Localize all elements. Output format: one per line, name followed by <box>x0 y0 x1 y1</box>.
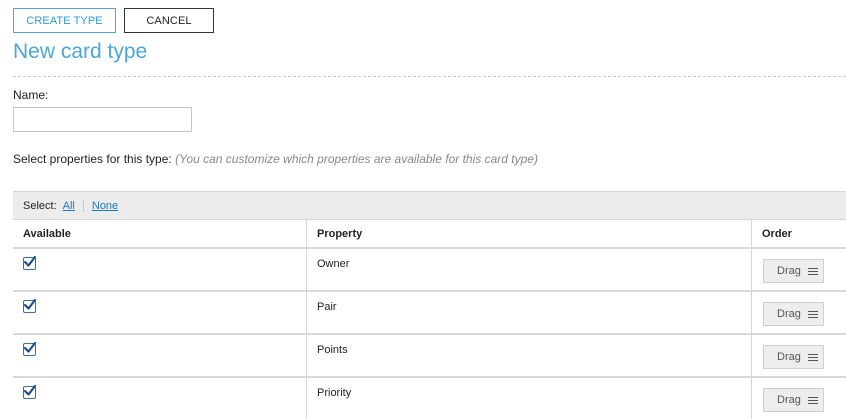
select-divider <box>82 199 84 212</box>
drag-label: Drag <box>777 265 801 277</box>
cancel-button[interactable]: CANCEL <box>124 8 214 33</box>
property-name: Owner <box>317 258 350 270</box>
available-checkbox[interactable] <box>23 384 37 399</box>
order-cell: Drag <box>752 335 846 376</box>
order-cell: Drag <box>752 249 846 290</box>
properties-instructions: Select properties for this type: (You ca… <box>13 152 538 166</box>
drag-handle[interactable]: Drag <box>763 388 824 412</box>
properties-label: Select properties for this type: <box>13 152 172 166</box>
available-checkbox[interactable] <box>23 298 37 313</box>
order-cell: Drag <box>752 378 846 419</box>
checkmark-icon <box>23 384 37 396</box>
checkmark-icon <box>23 298 37 310</box>
property-name: Priority <box>317 387 352 399</box>
available-cell <box>13 335 307 376</box>
property-name: Points <box>317 344 348 356</box>
select-none-link[interactable]: None <box>92 200 118 212</box>
drag-handle[interactable]: Drag <box>763 302 824 326</box>
table-row: Priority Drag <box>13 378 846 419</box>
grip-icon <box>808 267 818 275</box>
drag-label: Drag <box>777 394 801 406</box>
properties-hint: (You can customize which properties are … <box>175 152 538 166</box>
new-card-type-page: CREATE TYPE CANCEL New card type Name: S… <box>0 0 846 419</box>
table-row: Owner Drag <box>13 249 846 292</box>
column-header-available: Available <box>13 220 307 247</box>
order-cell: Drag <box>752 292 846 333</box>
available-cell <box>13 249 307 290</box>
property-cell: Owner <box>307 249 752 290</box>
checkmark-icon <box>23 341 37 353</box>
property-cell: Priority <box>307 378 752 419</box>
properties-table: Select: All None Available Property Orde… <box>13 191 846 419</box>
name-label: Name: <box>13 88 49 102</box>
available-checkbox[interactable] <box>23 341 37 356</box>
table-header: Available Property Order <box>13 220 846 249</box>
property-cell: Points <box>307 335 752 376</box>
grip-icon <box>808 396 818 404</box>
property-cell: Pair <box>307 292 752 333</box>
drag-handle[interactable]: Drag <box>763 259 824 283</box>
table-row: Points Drag <box>13 335 846 378</box>
property-name: Pair <box>317 301 337 313</box>
select-all-link[interactable]: All <box>63 200 75 212</box>
grip-icon <box>808 353 818 361</box>
available-cell <box>13 378 307 419</box>
page-title: New card type <box>13 40 148 63</box>
column-header-property: Property <box>307 220 752 247</box>
create-type-button[interactable]: CREATE TYPE <box>13 8 116 33</box>
drag-label: Drag <box>777 351 801 363</box>
name-input[interactable] <box>13 107 192 132</box>
table-row: Pair Drag <box>13 292 846 335</box>
checkmark-icon <box>23 255 37 267</box>
drag-label: Drag <box>777 308 801 320</box>
select-bar: Select: All None <box>13 191 846 220</box>
select-label: Select: <box>23 199 57 212</box>
column-header-order: Order <box>762 227 792 240</box>
available-cell <box>13 292 307 333</box>
grip-icon <box>808 310 818 318</box>
action-toolbar: CREATE TYPE CANCEL <box>13 8 214 33</box>
available-checkbox[interactable] <box>23 255 37 270</box>
title-divider <box>13 76 846 77</box>
drag-handle[interactable]: Drag <box>763 345 824 369</box>
